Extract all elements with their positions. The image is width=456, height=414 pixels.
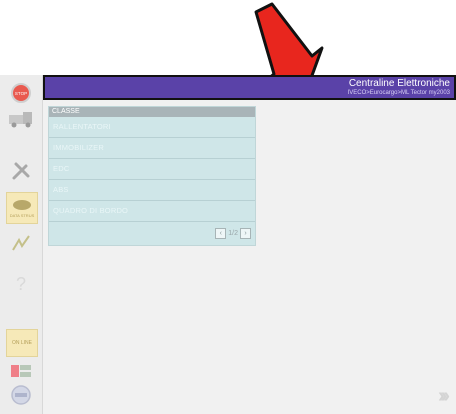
question-icon: ? — [16, 274, 26, 294]
list-item-immobilizer[interactable]: IMMOBILIZER — [49, 138, 255, 159]
zigzag-icon — [12, 235, 30, 251]
online-label: ON LINE — [11, 339, 32, 346]
pager: ‹ 1/2 › — [215, 228, 251, 239]
svg-text:STOP: STOP — [15, 91, 27, 96]
help-button[interactable]: ? — [6, 271, 36, 295]
list-header: CLASSE — [49, 107, 255, 117]
page-indicator: 1/2 — [228, 230, 238, 237]
main-area: Centraline Elettroniche IVECO>Eurocargo>… — [43, 75, 456, 414]
wrench-icon — [12, 162, 30, 180]
list-item-edc[interactable]: EDC — [49, 159, 255, 180]
signal-button[interactable] — [6, 231, 36, 255]
forward-icon[interactable]: ››› — [438, 385, 450, 408]
title-bar: Centraline Elettroniche IVECO>Eurocargo>… — [43, 75, 456, 100]
ecu-icon: DATA STRUS — [10, 200, 35, 218]
list-item-quadro-di-bordo[interactable]: QUADRO DI BORDO — [49, 201, 255, 222]
prev-page-button[interactable]: ‹ — [215, 228, 227, 239]
breadcrumb: IVECO>Eurocargo>ML Tector my2003 — [347, 90, 450, 96]
vehicle-button[interactable] — [6, 107, 36, 131]
flag-icon — [11, 365, 31, 377]
list-item-rallentatori[interactable]: RALLENTATORI — [49, 117, 255, 138]
list-item-abs[interactable]: ABS — [49, 180, 255, 201]
iveco-logo-icon — [11, 385, 31, 405]
online-button[interactable]: ON LINE — [6, 329, 38, 357]
svg-text:?: ? — [16, 274, 26, 294]
left-toolbar: STOP DATA STRUS ? ON LINE — [0, 75, 43, 414]
ecu-class-list: CLASSE RALLENTATORI IMMOBILIZER EDC ABS … — [48, 106, 256, 246]
tools-button[interactable] — [6, 159, 36, 183]
flag-button[interactable] — [6, 359, 36, 383]
stop-icon: STOP — [11, 83, 31, 103]
iveco-logo-button[interactable] — [6, 383, 36, 407]
next-page-button[interactable]: › — [240, 228, 251, 239]
page-title: Centraline Elettroniche — [348, 78, 450, 89]
svg-text:DATA STRUS: DATA STRUS — [10, 213, 35, 218]
ecu-data-button[interactable]: DATA STRUS — [6, 192, 38, 224]
stop-button[interactable]: STOP — [6, 81, 36, 105]
truck-icon — [9, 112, 32, 128]
